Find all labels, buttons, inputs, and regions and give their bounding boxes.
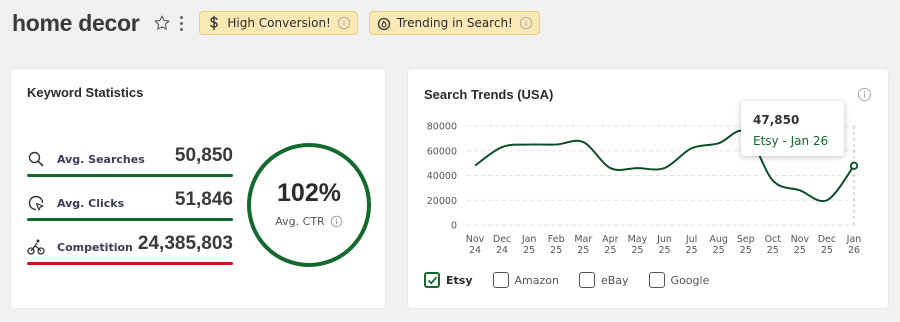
page-header: home decor High Conversion! Trending in …: [12, 8, 540, 38]
y-tick-label: 80000: [427, 122, 457, 133]
x-tick-label: 24: [496, 245, 508, 256]
info-icon[interactable]: [337, 16, 351, 30]
trending-badge: Trending in Search!: [368, 11, 540, 35]
checkbox[interactable]: [424, 272, 440, 288]
x-tick-label: 25: [604, 245, 616, 256]
checkbox[interactable]: [648, 272, 665, 288]
stat-row-competition: Competition 24,385,803: [27, 231, 233, 265]
highlight-point: [849, 161, 859, 170]
tooltip-value: 47,850: [753, 113, 800, 127]
x-tick-label: Jan: [846, 234, 862, 245]
info-icon[interactable]: [519, 16, 533, 30]
ctr-ring: 102% Avg. CTR: [247, 143, 371, 267]
x-tick-label: May: [628, 234, 648, 245]
x-tick-label: Nov: [791, 234, 810, 245]
x-tick-label: Nov: [466, 234, 485, 245]
chart-legend: Etsy Amazon eBay Google: [424, 272, 729, 288]
star-icon[interactable]: [153, 14, 171, 32]
x-tick-label: 25: [713, 245, 725, 256]
stat-bar: [27, 262, 233, 265]
page-title: home decor: [12, 9, 140, 36]
legend-label: Amazon: [514, 273, 559, 287]
tooltip-label: Etsy - Jan 26: [753, 134, 829, 148]
x-tick-label: 25: [686, 245, 698, 256]
x-tick-label: Dec: [493, 234, 511, 245]
search-icon: [28, 151, 44, 167]
x-tick-label: Sep: [737, 234, 755, 245]
legend-label: Google: [670, 273, 710, 287]
trend-chart[interactable]: 800006000040000200000Nov24Dec24Jan25Feb2…: [408, 69, 888, 269]
stat-row-searches: Avg. Searches 50,850: [27, 143, 233, 177]
stat-label: Avg. Searches: [57, 153, 145, 166]
x-tick-label: 25: [767, 245, 779, 256]
x-tick-label: 25: [821, 245, 833, 256]
x-tick-label: 25: [740, 245, 752, 256]
stat-value: 51,846: [174, 189, 233, 210]
chart-tooltip: 47,850 Etsy - Jan 26: [741, 101, 844, 156]
x-tick-label: Mar: [574, 234, 592, 245]
x-tick-label: Jul: [685, 234, 697, 245]
stat-row-clicks: Avg. Clicks 51,846: [27, 187, 233, 221]
checkbox[interactable]: [492, 272, 509, 288]
ctr-value: 102%: [277, 179, 341, 207]
stat-bar: [27, 174, 233, 177]
cyclist-icon: [27, 239, 45, 255]
stat-label: Avg. Clicks: [57, 197, 125, 210]
checkbox[interactable]: [578, 272, 595, 288]
legend-amazon-checkbox[interactable]: Amazon: [492, 272, 559, 288]
flame-icon: [377, 17, 391, 31]
x-tick-label: Jan: [521, 234, 537, 245]
x-tick-label: Feb: [548, 234, 565, 245]
x-tick-label: Jun: [656, 234, 672, 245]
legend-label: eBay: [600, 273, 629, 287]
x-tick-label: 25: [658, 245, 670, 256]
card-title: Keyword Statistics: [27, 85, 144, 100]
x-tick-label: 25: [794, 245, 806, 256]
legend-etsy-checkbox[interactable]: Etsy: [424, 272, 473, 288]
x-tick-label: Aug: [709, 234, 728, 245]
more-options-icon[interactable]: [177, 14, 185, 32]
checkmark-icon: [427, 276, 438, 285]
x-tick-label: 25: [577, 245, 589, 256]
dollar-icon: [210, 15, 219, 31]
ctr-label-row: Avg. CTR: [251, 215, 367, 228]
x-tick-label: 26: [848, 245, 860, 256]
stat-value: 50,850: [174, 145, 233, 166]
x-tick-label: 25: [550, 245, 562, 256]
x-tick-label: Dec: [818, 234, 836, 245]
info-icon[interactable]: [330, 215, 343, 228]
x-tick-label: Oct: [765, 234, 782, 245]
search-trends-card: Search Trends (USA) 80000 60000 40000 20000…: [408, 69, 888, 308]
legend-ebay-checkbox[interactable]: eBay: [578, 272, 629, 288]
keyword-statistics-card: Keyword Statistics Avg. Searches 50,850 …: [11, 69, 385, 308]
y-tick-label: 0: [451, 221, 457, 232]
click-cursor-icon: [28, 195, 44, 211]
x-tick-label: 25: [631, 245, 643, 256]
legend-google-checkbox[interactable]: Google: [648, 272, 710, 288]
ctr-label: Avg. CTR: [275, 215, 325, 228]
stat-value: 24,385,803: [137, 233, 233, 254]
y-tick-label: 20000: [427, 196, 457, 207]
x-tick-label: 24: [469, 245, 481, 256]
y-tick-label: 60000: [427, 146, 457, 157]
stat-label: Competition: [57, 241, 133, 254]
legend-label: Etsy: [446, 273, 473, 287]
badge-label: High Conversion!: [227, 16, 331, 30]
high-conversion-badge: High Conversion!: [199, 11, 358, 35]
badge-label: Trending in Search!: [396, 16, 513, 30]
x-tick-label: 25: [523, 245, 535, 256]
stat-bar: [27, 218, 233, 221]
y-tick-label: 40000: [427, 171, 457, 182]
x-tick-label: Apr: [602, 234, 619, 245]
